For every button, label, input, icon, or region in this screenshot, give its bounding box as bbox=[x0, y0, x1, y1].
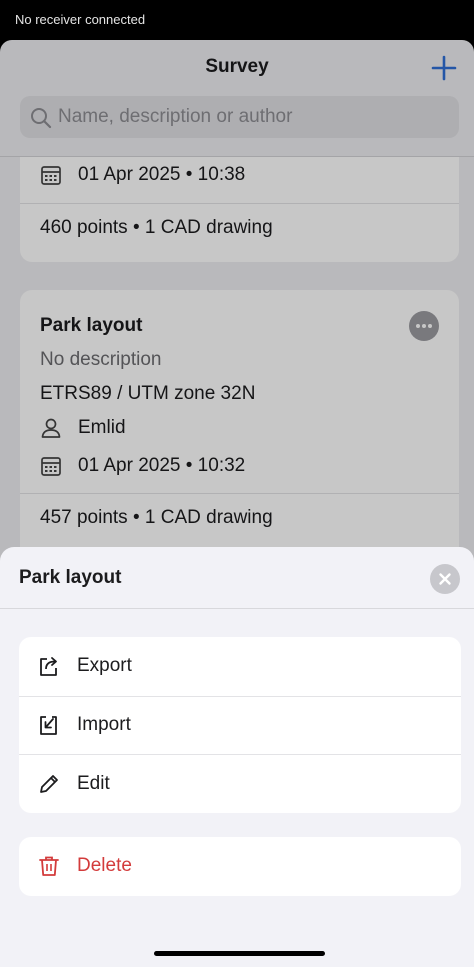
delete-label: Delete bbox=[77, 855, 132, 877]
export-label: Export bbox=[77, 655, 132, 677]
trash-icon bbox=[39, 856, 59, 877]
sheet-title: Park layout bbox=[19, 567, 122, 588]
delete-button[interactable]: Delete bbox=[19, 837, 461, 896]
edit-label: Edit bbox=[77, 772, 110, 794]
status-bar: No receiver connected bbox=[0, 0, 474, 40]
import-icon bbox=[40, 716, 57, 736]
home-indicator bbox=[154, 951, 325, 956]
actions-group: Export Import Edit bbox=[19, 637, 461, 813]
edit-button[interactable]: Edit bbox=[19, 754, 461, 813]
export-icon bbox=[40, 657, 57, 677]
close-button[interactable] bbox=[430, 564, 460, 594]
delete-group: Delete bbox=[19, 837, 461, 896]
import-button[interactable]: Import bbox=[19, 695, 461, 755]
pencil-icon bbox=[40, 774, 58, 793]
close-icon bbox=[439, 573, 451, 585]
sheet-divider bbox=[0, 608, 474, 609]
action-sheet: Park layout Export Import Edit Delete bbox=[0, 547, 474, 967]
receiver-status: No receiver connected bbox=[15, 12, 146, 27]
import-label: Import bbox=[77, 714, 131, 736]
export-button[interactable]: Export bbox=[19, 637, 461, 696]
